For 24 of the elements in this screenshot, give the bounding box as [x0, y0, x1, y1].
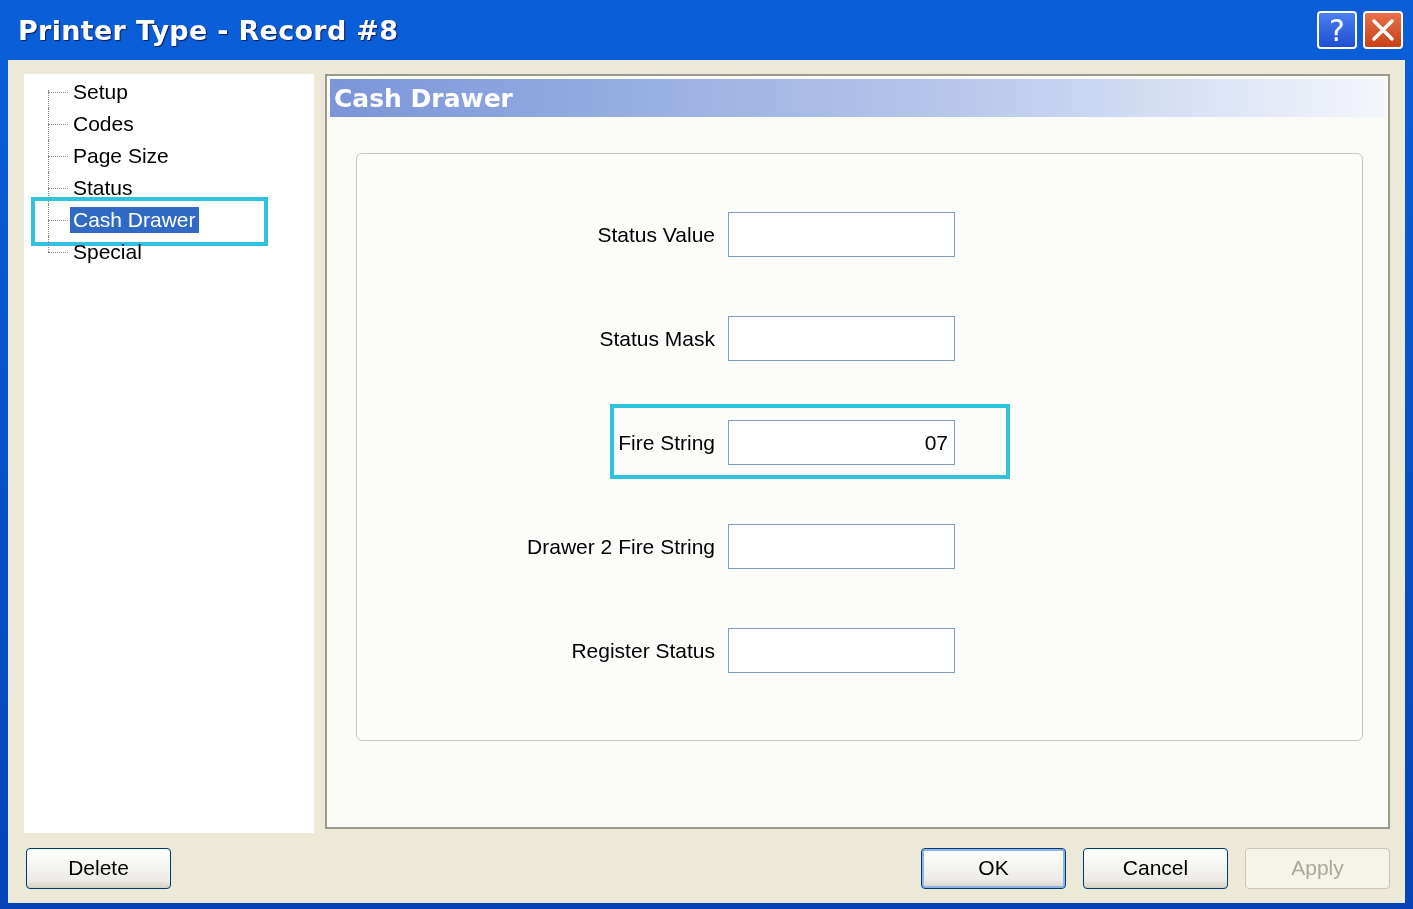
input-field[interactable]	[728, 628, 955, 673]
tree-item[interactable]: Setup	[70, 79, 131, 105]
dialog-button[interactable]: OK	[921, 847, 1066, 889]
panel-title: Cash Drawer	[330, 79, 1385, 117]
field-label: Fire String	[617, 430, 716, 455]
input-field[interactable]	[728, 524, 955, 569]
field-label: Status Mask	[598, 326, 716, 351]
close-icon	[1371, 18, 1395, 42]
tree-item[interactable]: Status	[70, 175, 136, 201]
dialog-button[interactable]: Cancel	[1083, 847, 1228, 889]
input-field[interactable]: 07	[728, 420, 955, 465]
tree-item[interactable]: Special	[70, 239, 145, 265]
input-field[interactable]	[728, 212, 955, 257]
field-label: Drawer 2 Fire String	[526, 534, 716, 559]
field-label: Register Status	[570, 638, 716, 663]
help-button[interactable]: ?	[1317, 11, 1357, 49]
close-button[interactable]	[1363, 11, 1403, 49]
tree-item[interactable]: Page Size	[70, 143, 172, 169]
tree-item[interactable]: Codes	[70, 111, 137, 137]
dialog-button[interactable]: Delete	[26, 847, 171, 889]
field-label: Status Value	[596, 222, 716, 247]
input-field[interactable]	[728, 316, 955, 361]
window-title: Printer Type - Record #8	[18, 14, 400, 46]
tree-item[interactable]: Cash Drawer	[70, 207, 199, 233]
